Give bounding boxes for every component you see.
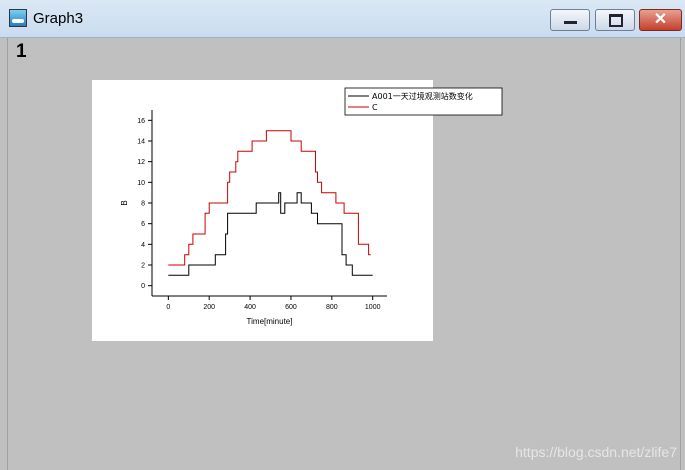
- close-icon: ✕: [653, 11, 668, 28]
- legend-label-1: A001一天过境观测站数变化: [372, 91, 473, 101]
- y-tick-label: 4: [141, 242, 145, 249]
- chart-svg[interactable]: 0 200 400 600 800 1000 0 2 4 6 8 10 12 14 16 Time[minut…: [92, 80, 512, 342]
- window-title: Graph3: [33, 10, 84, 27]
- minimize-icon: [564, 21, 577, 24]
- y-tick-label: 16: [137, 118, 145, 125]
- close-button[interactable]: ✕: [639, 9, 682, 31]
- legend-label-2: C: [372, 103, 378, 112]
- x-tick-label: 400: [244, 304, 256, 311]
- watermark-text: https://blog.csdn.net/zlife7: [515, 444, 677, 460]
- y-tick-label: 2: [141, 263, 145, 270]
- maximize-icon: [609, 14, 623, 27]
- y-tick-label: 6: [141, 221, 145, 228]
- x-tick-label: 800: [326, 304, 338, 311]
- y-tick-label: 8: [141, 201, 145, 208]
- x-tick-label: 0: [166, 304, 170, 311]
- minimize-button[interactable]: [550, 9, 590, 31]
- window-titlebar[interactable]: Graph3 ✕: [0, 0, 685, 38]
- y-tick-label: 12: [137, 159, 145, 166]
- x-tick-label: 200: [203, 304, 215, 311]
- maximize-button[interactable]: [595, 9, 635, 31]
- y-axis-label: B: [120, 200, 129, 205]
- y-tick-label: 0: [141, 283, 145, 290]
- y-tick-label: 14: [137, 139, 145, 146]
- series-line-2: [168, 130, 371, 266]
- x-tick-label: 1000: [365, 304, 381, 311]
- layer-number-label[interactable]: 1: [16, 41, 27, 63]
- x-axis-label: Time[minute]: [247, 317, 293, 326]
- x-tick-label: 600: [285, 304, 297, 311]
- y-tick-label: 10: [137, 180, 145, 187]
- graph-window-icon[interactable]: [9, 9, 27, 27]
